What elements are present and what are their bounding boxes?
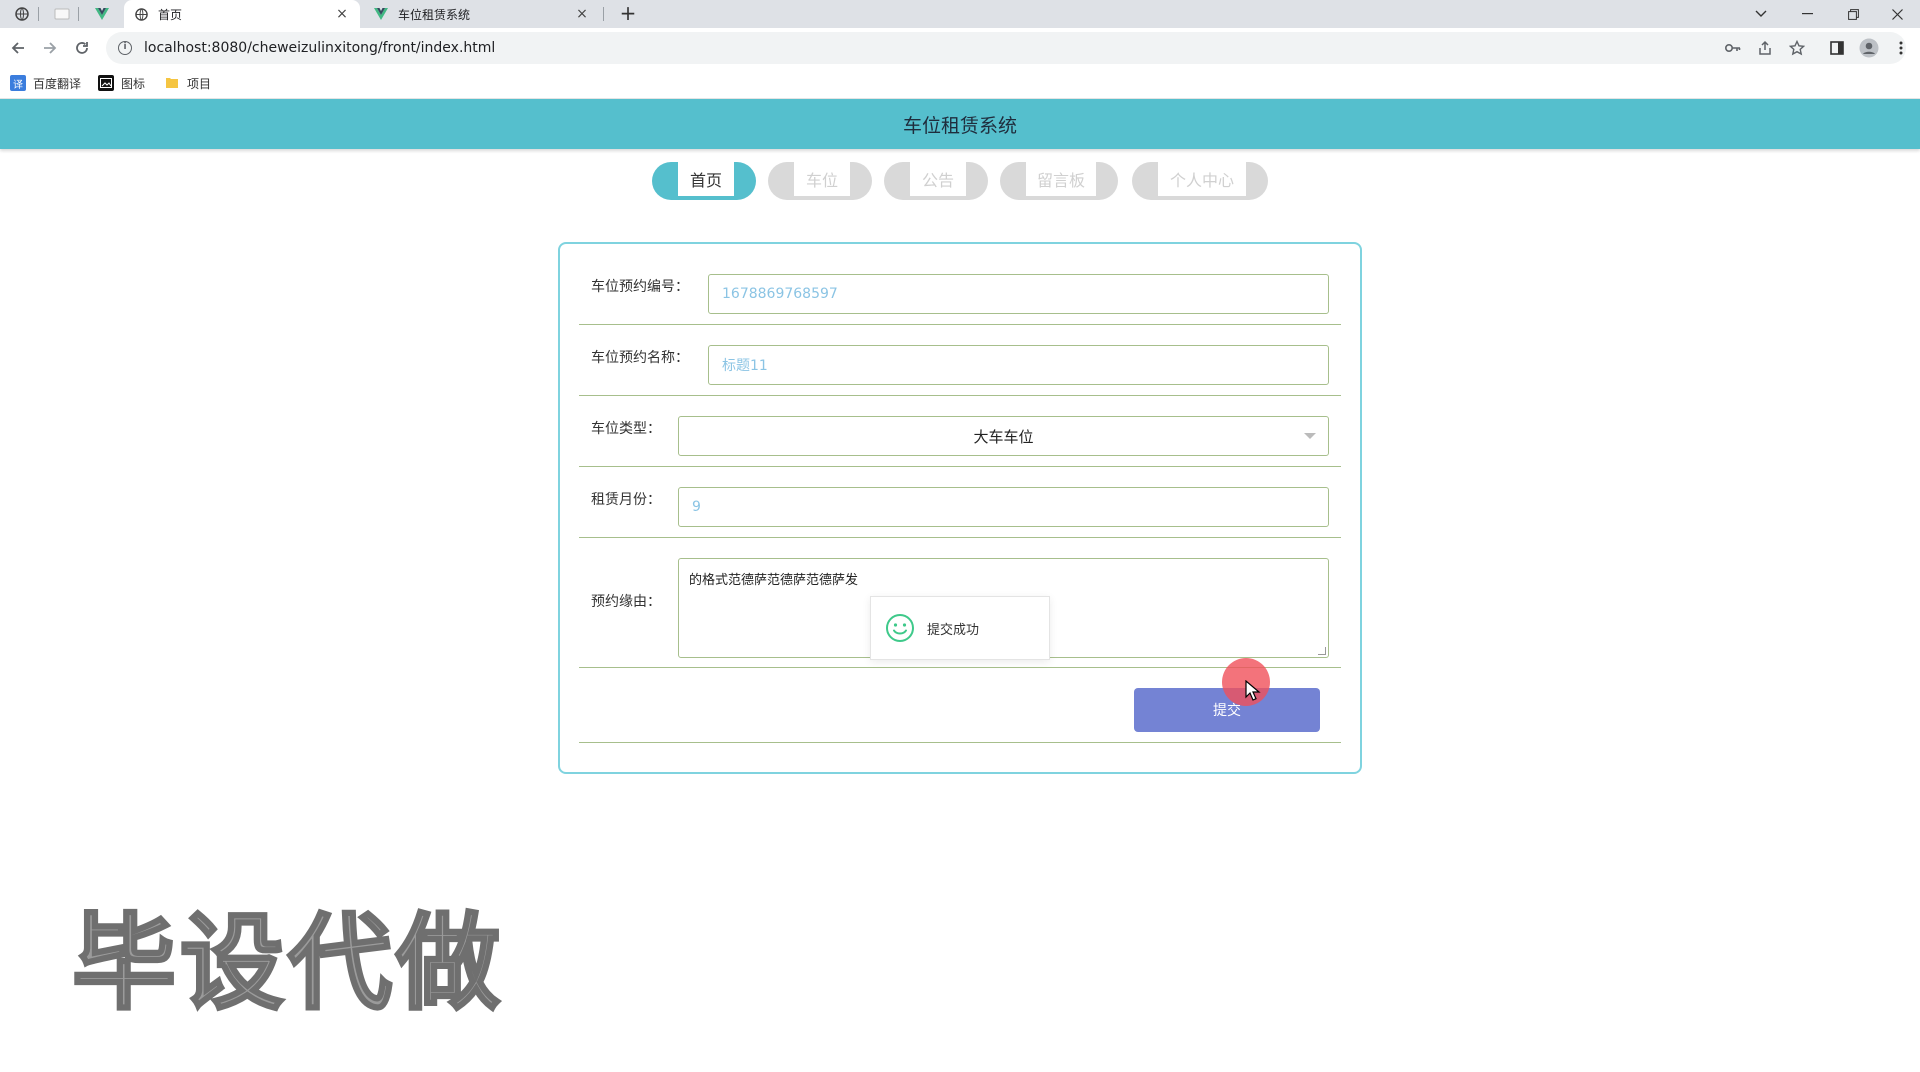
nav-item-parking[interactable]: 车位 [768, 162, 872, 200]
booking-no-input[interactable]: 1678869768597 [708, 274, 1329, 314]
resize-handle-icon[interactable] [1318, 647, 1326, 655]
row-divider [579, 537, 1341, 538]
image-icon [98, 75, 114, 91]
app-title: 车位租赁系统 [902, 114, 1017, 137]
booking-no-label: 车位预约编号： [591, 279, 689, 295]
folder-icon [164, 75, 180, 91]
page-header: 车位租赁系统 [0, 99, 1920, 149]
close-window-icon[interactable] [1874, 0, 1920, 28]
row-divider [579, 395, 1341, 396]
nav-item-home[interactable]: 首页 [652, 162, 756, 200]
bookmark-projects[interactable]: 项目 [164, 74, 211, 92]
bookmarks-bar: 译 百度翻译 图标 项目 [0, 68, 1920, 99]
nav-item-profile[interactable]: 个人中心 [1132, 162, 1268, 200]
space-type-select[interactable]: 大车车位 [678, 416, 1329, 456]
address-bar[interactable]: i localhost:8080/cheweizulinxitong/front… [106, 32, 1906, 64]
vue-logo-icon [374, 7, 388, 21]
info-icon[interactable]: i [118, 41, 132, 55]
star-icon[interactable] [1787, 38, 1807, 58]
nav-item-label: 公告 [910, 162, 966, 196]
tab-title: 车位租赁系统 [398, 7, 471, 22]
bookmark-baidu-translate[interactable]: 译 百度翻译 [10, 74, 81, 92]
space-type-label: 车位类型： [591, 421, 661, 437]
browser-toolbar: i localhost:8080/cheweizulinxitong/front… [0, 28, 1920, 68]
share-icon[interactable] [1755, 38, 1775, 58]
blank-page-icon[interactable] [48, 2, 76, 26]
reason-value: 的格式范德萨范德萨范德萨发 [689, 573, 859, 588]
tab-separator [38, 7, 39, 21]
key-icon[interactable] [1723, 38, 1743, 58]
row-divider [579, 466, 1341, 467]
nav-item-label: 车位 [794, 162, 850, 196]
tab-title: 首页 [158, 7, 183, 22]
success-toast: 提交成功 [870, 596, 1050, 660]
browser-tab-bar: 首页 × 车位租赁系统 × + [0, 0, 1920, 28]
new-tab-button[interactable]: + [616, 2, 640, 26]
globe-icon[interactable] [8, 2, 36, 26]
bookmark-icons[interactable]: 图标 [98, 74, 145, 92]
months-label: 租赁月份： [591, 492, 661, 508]
booking-name-label: 车位预约名称： [591, 350, 689, 366]
chevron-down-icon [1304, 433, 1316, 439]
smile-icon [886, 614, 914, 642]
row-divider [579, 742, 1341, 743]
nav-item-label: 首页 [678, 162, 734, 196]
months-input[interactable]: 9 [678, 487, 1329, 527]
row-divider [579, 324, 1341, 325]
restore-icon[interactable] [1830, 0, 1876, 28]
tab-separator [78, 7, 79, 21]
watermark-text: 毕设代做 [70, 901, 505, 1026]
mouse-cursor-icon [1245, 680, 1261, 701]
side-panel-icon[interactable] [1827, 38, 1847, 58]
bookmark-label: 百度翻译 [33, 76, 82, 91]
bookmark-label: 项目 [187, 76, 212, 91]
nav-item-label: 个人中心 [1158, 162, 1246, 196]
nav-item-label: 留言板 [1026, 162, 1096, 196]
toast-message: 提交成功 [927, 622, 980, 638]
profile-avatar-icon[interactable] [1859, 38, 1879, 58]
tab-home[interactable]: 首页 × [124, 0, 360, 28]
vue-logo-icon[interactable] [88, 2, 116, 26]
reload-icon[interactable] [70, 36, 94, 60]
close-icon[interactable]: × [574, 6, 590, 22]
url-text: localhost:8080/cheweizulinxitong/front/i… [144, 40, 496, 56]
globe-icon [134, 7, 148, 21]
tab-system[interactable]: 车位租赁系统 × [364, 0, 600, 28]
reason-label: 预约缘由： [591, 594, 661, 610]
close-icon[interactable]: × [334, 6, 350, 22]
nav-item-notices[interactable]: 公告 [884, 162, 988, 200]
back-arrow-icon[interactable] [6, 36, 30, 60]
translate-icon: 译 [10, 75, 26, 91]
kebab-menu-icon[interactable] [1891, 38, 1911, 58]
minimize-icon[interactable] [1784, 0, 1830, 28]
tab-separator [603, 7, 604, 21]
nav-item-message-board[interactable]: 留言板 [1000, 162, 1118, 200]
forward-arrow-icon[interactable] [38, 36, 62, 60]
booking-name-input[interactable]: 标题11 [708, 345, 1329, 385]
bookmark-label: 图标 [121, 76, 146, 91]
space-type-value: 大车车位 [973, 427, 1034, 446]
tab-search-icon[interactable] [1738, 0, 1784, 28]
